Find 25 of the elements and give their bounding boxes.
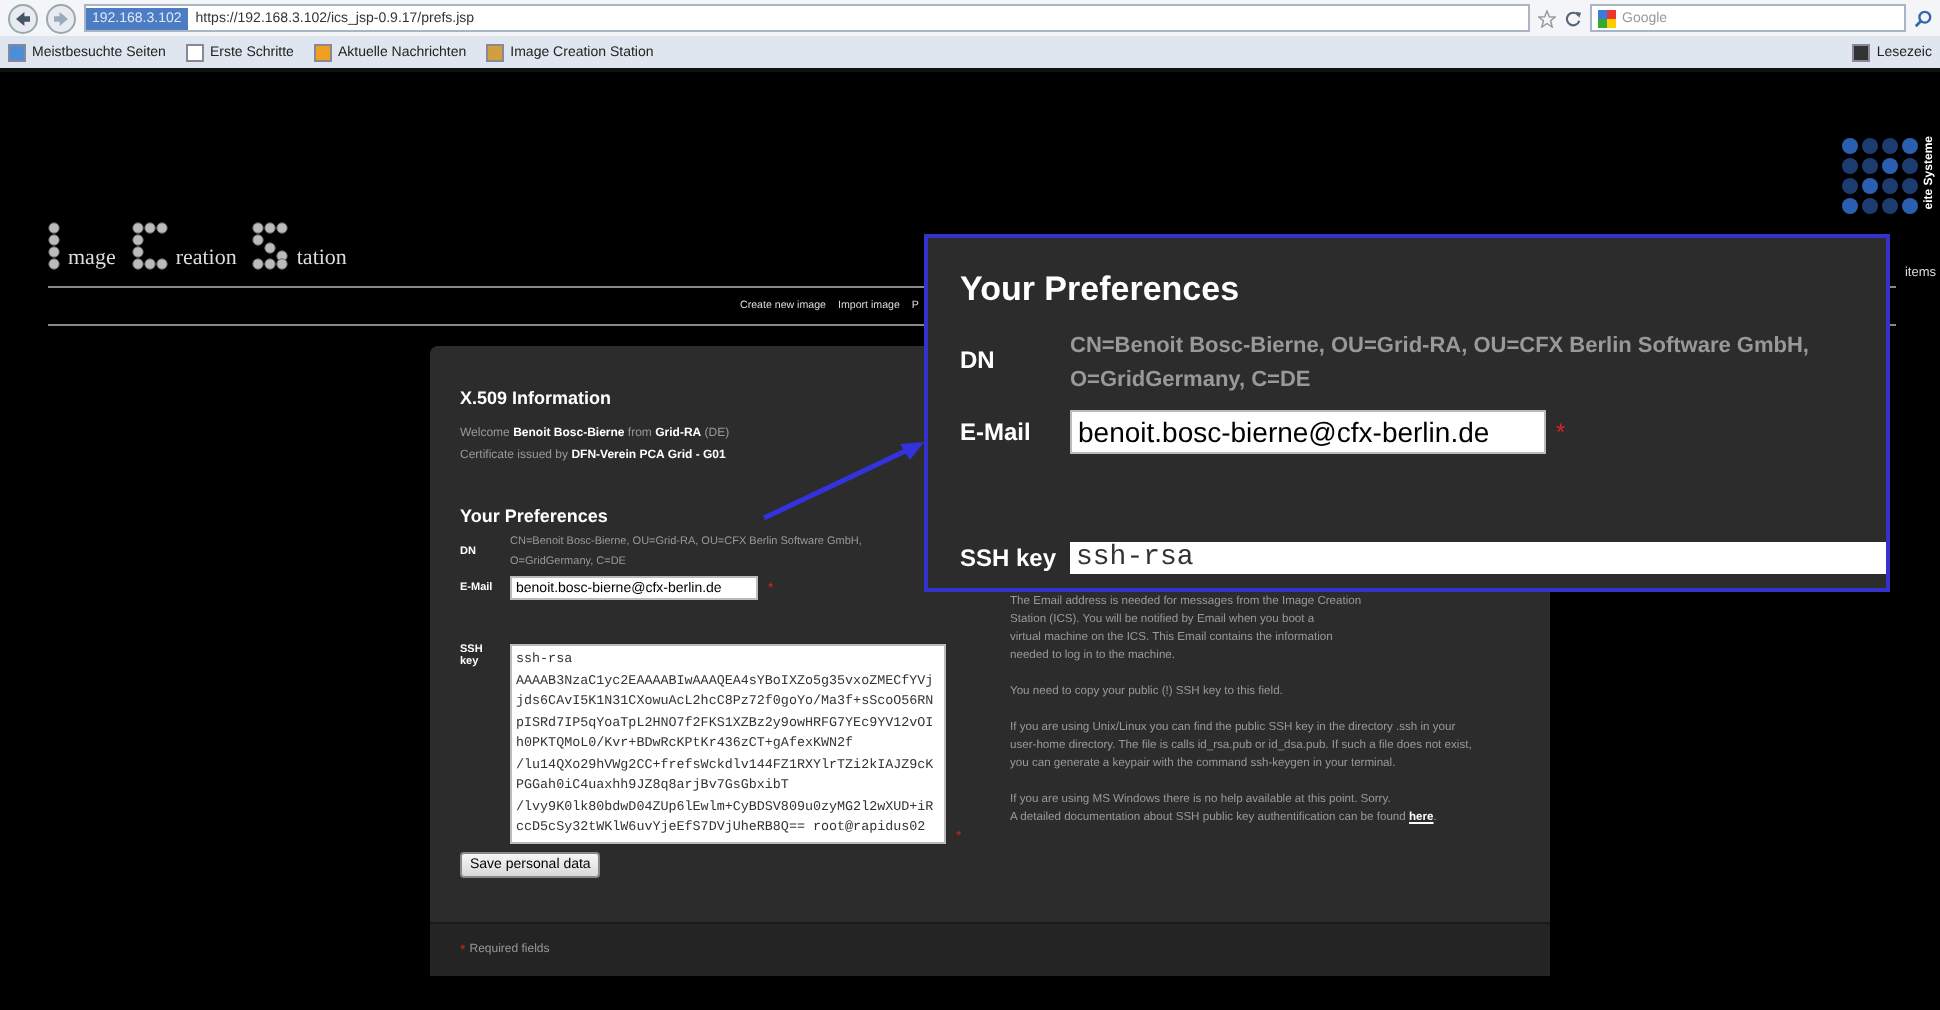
ssh-key-field[interactable]: ssh-rsa (1070, 542, 1886, 574)
search-engine-icon[interactable] (1598, 9, 1616, 27)
c-letter-dots-drawing (131, 222, 168, 270)
dn-label: DN (960, 346, 997, 374)
section-title: Your Preferences (960, 270, 1242, 310)
email-label: E-Mail (960, 418, 1033, 446)
forward-arrow-icon (54, 11, 68, 25)
logo-text: tation (296, 246, 347, 270)
ssh-key-label: SSH key (960, 544, 1059, 572)
search-icon[interactable] (1914, 9, 1932, 27)
logo-text: mage (68, 246, 116, 270)
back-arrow-icon (16, 11, 30, 25)
email-field[interactable]: benoit.bosc-bierne@cfx-berlin.de (1070, 410, 1546, 454)
section-title: Your Preferences (460, 506, 610, 526)
dot-grid-logo-drawing (1840, 136, 1920, 216)
reload-icon[interactable] (1564, 9, 1582, 27)
logo-text: reation (175, 246, 237, 270)
i-letter-dots-drawing (48, 222, 60, 270)
star-icon[interactable] (1538, 9, 1556, 27)
arrow-icon (760, 436, 928, 524)
s-letter-dots-drawing (252, 222, 289, 270)
required-mark: * (1556, 418, 1566, 446)
section-title: X.509 Information (460, 388, 614, 408)
back-button[interactable] (8, 3, 38, 33)
dn-value: CN=Benoit Bosc-Bierne, OU=Grid-RA, OU=CFX Berlin Software GmbH, O=GridGermany, C=DE (1070, 332, 1811, 396)
